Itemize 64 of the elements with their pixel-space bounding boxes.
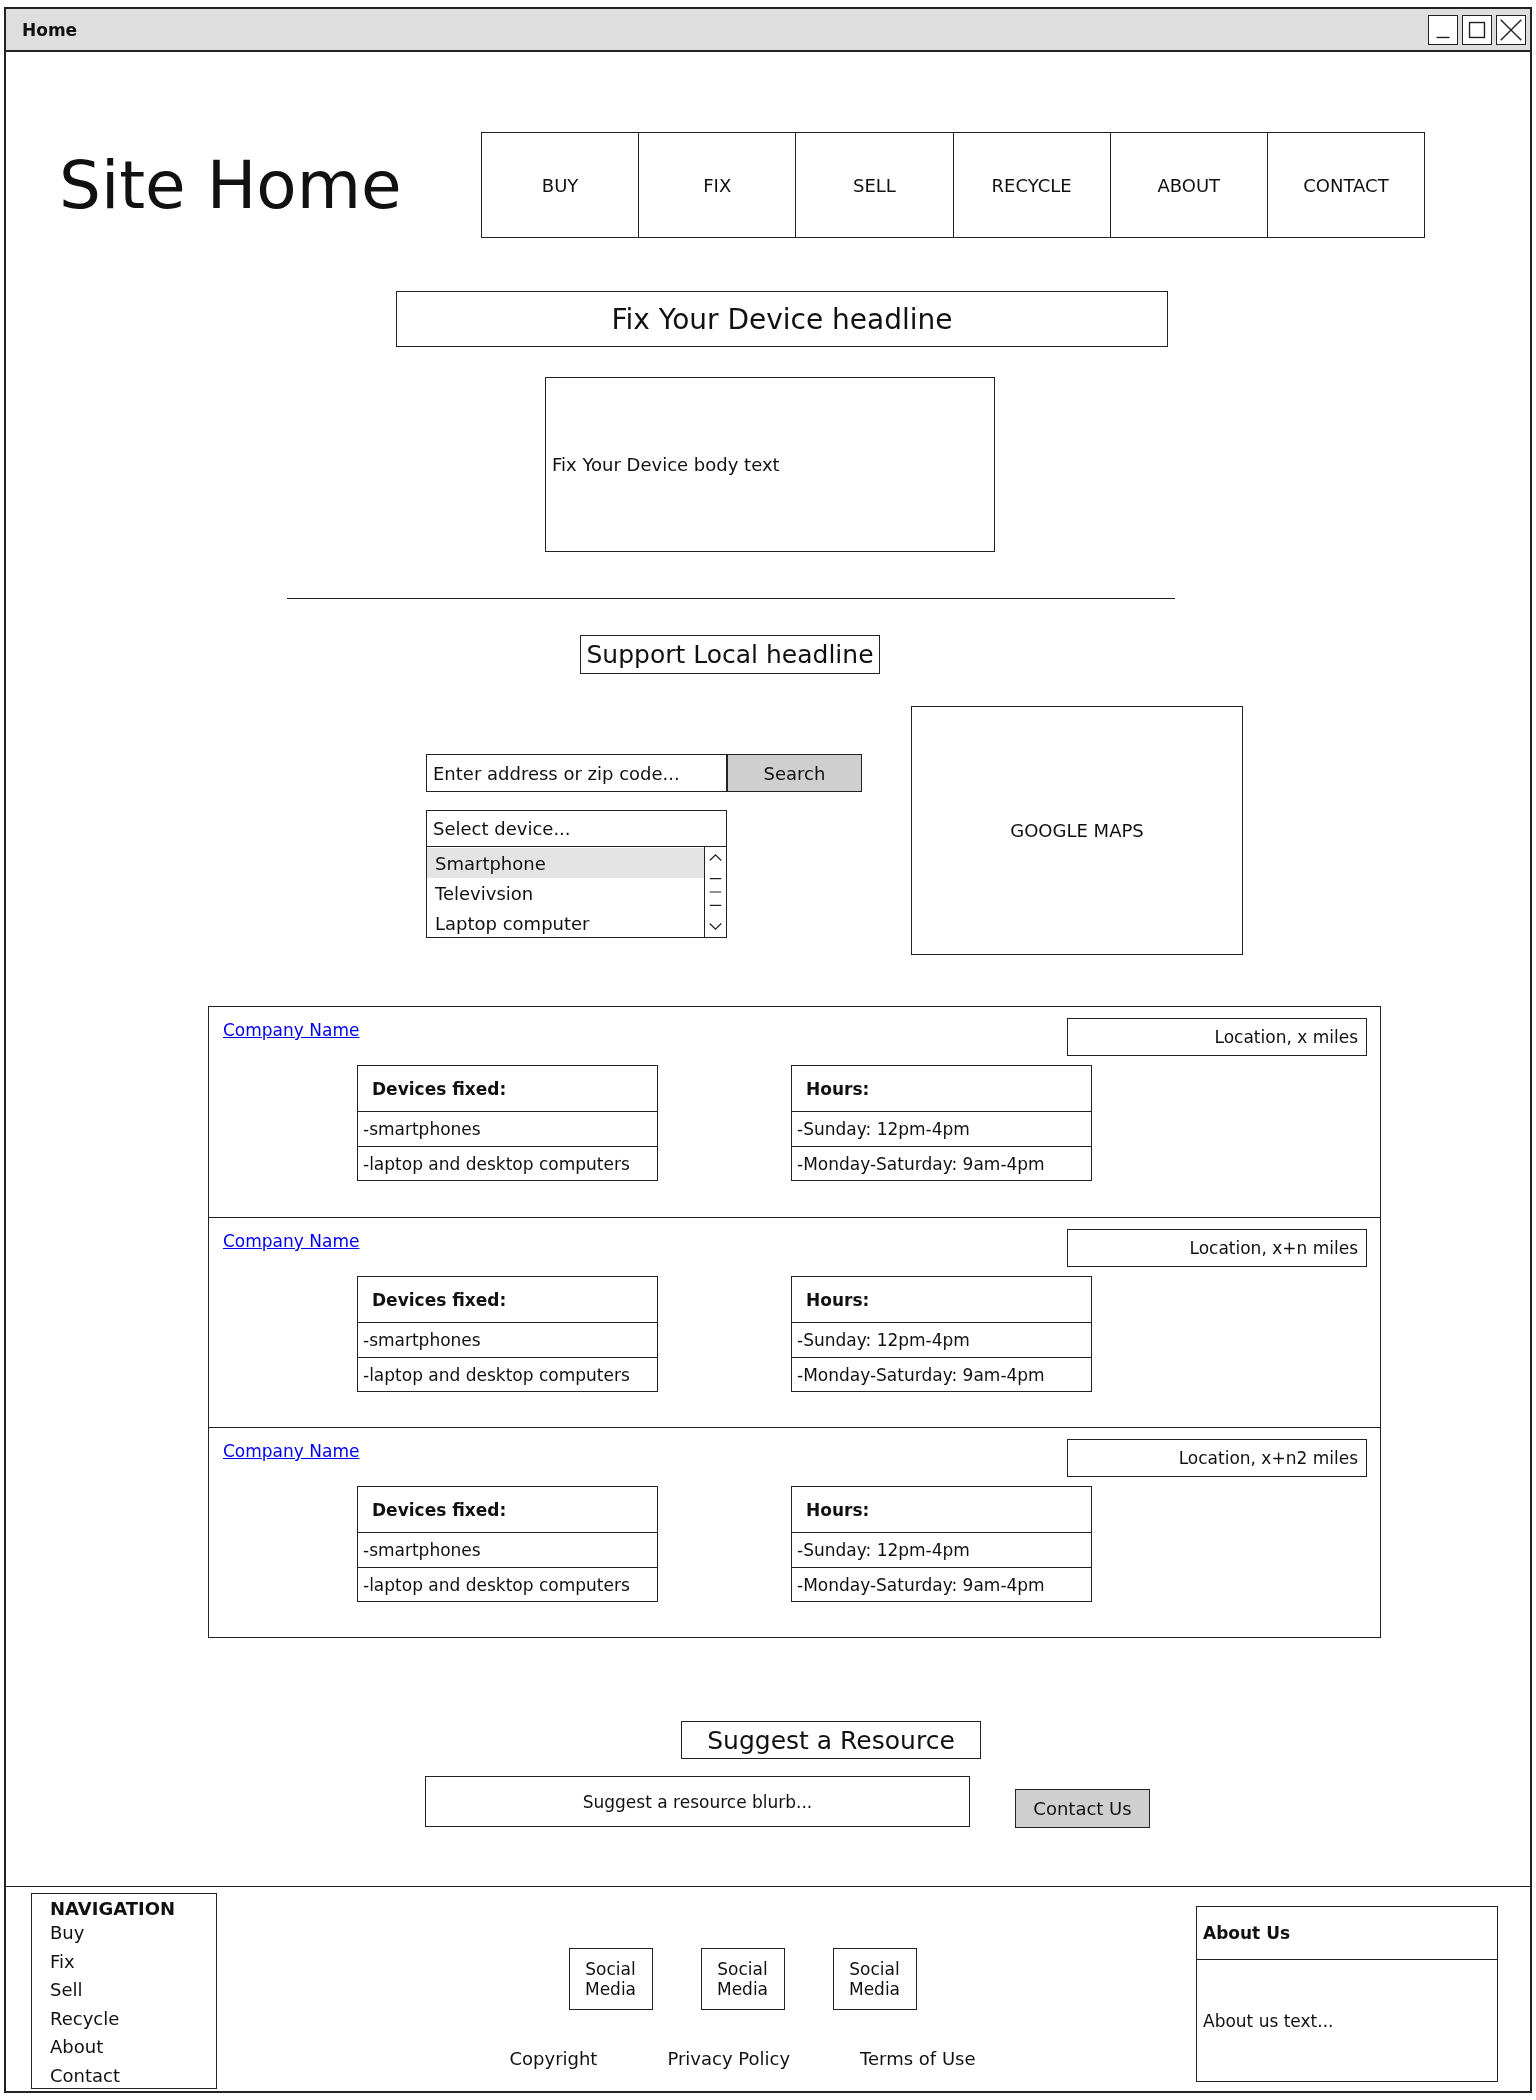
table-cell: -laptop and desktop computers [358, 1357, 657, 1391]
blurb-text: Suggest a resource blurb... [425, 1776, 970, 1827]
nav-link[interactable]: RECYCLE [952, 133, 1110, 237]
minimize-icon[interactable] [1428, 14, 1458, 45]
footer-nav-link[interactable]: Buy [50, 1919, 216, 1948]
table-header: Hours: [792, 1487, 1091, 1533]
footer-nav-link[interactable]: Recycle [50, 2004, 216, 2033]
footer-link[interactable]: Copyright [509, 2048, 598, 2069]
table-cell-text: -Sunday: 12pm-4pm [796, 1118, 971, 1141]
about-text: About us text... [1196, 1960, 1498, 2082]
social-media-link[interactable]: Social Media [700, 1948, 785, 2010]
company-link[interactable]: Company Name [223, 1441, 360, 1461]
social-media-link[interactable]: Social Media [832, 1948, 917, 2010]
map-label: GOOGLE MAPS [1010, 820, 1144, 841]
site-logo: Site Home [59, 146, 403, 224]
list-option[interactable]: Smartphone [427, 848, 704, 878]
nav-link[interactable]: ABOUT [1109, 133, 1267, 237]
footer-nav-link[interactable]: Fix [50, 1947, 216, 1976]
company-link[interactable]: Company Name [223, 1020, 360, 1040]
table-cell: -laptop and desktop computers [358, 1567, 657, 1601]
nav-link[interactable]: BUY [482, 133, 639, 237]
footer-nav-link[interactable]: Sell [50, 1976, 216, 2005]
nav-link[interactable]: SELL [795, 133, 953, 237]
table-cell: -Monday-Saturday: 9am-4pm [792, 1146, 1091, 1180]
window-title: Home [22, 19, 78, 40]
footer-link[interactable]: Terms of Use [860, 2048, 976, 2069]
table-cell: -Monday-Saturday: 9am-4pm [792, 1357, 1091, 1391]
about-title: About Us [1196, 1906, 1498, 1960]
search-field[interactable]: Enter address or zip code... [426, 754, 727, 792]
footer-link[interactable]: Privacy Policy [667, 2048, 791, 2069]
table-header: Devices fixed: [358, 1277, 657, 1323]
device-listbox[interactable]: Select device... Smartphone Televivsion Laptop computer [426, 810, 727, 938]
table-header: Hours: [792, 1277, 1091, 1323]
listbox-placeholder: Select device... [427, 811, 726, 847]
table-header: Devices fixed: [358, 1066, 657, 1112]
list-option[interactable]: Laptop computer [427, 908, 704, 938]
table-cell-text: -smartphones [362, 1118, 482, 1141]
contact-button[interactable]: Contact Us [1015, 1789, 1150, 1828]
nav-link[interactable]: CONTACT [1266, 133, 1425, 237]
social-media-link[interactable]: Social Media [568, 1948, 653, 2010]
table-header: Hours: [792, 1066, 1091, 1112]
list-option[interactable]: Televivsion [427, 878, 704, 908]
table-cell-text: -Sunday: 12pm-4pm [796, 1329, 971, 1352]
location-label: Location, x+n2 miles [1067, 1439, 1367, 1477]
maximize-icon[interactable] [1462, 14, 1492, 45]
table-cell-text: -smartphones [362, 1329, 482, 1352]
section-headline: Support Local headline [580, 635, 880, 674]
search-button[interactable]: Search [727, 754, 862, 792]
nav-link[interactable]: FIX [638, 133, 796, 237]
section-headline: Fix Your Device headline [396, 291, 1168, 347]
table-cell-text: -smartphones [362, 1539, 482, 1562]
table-cell: -laptop and desktop computers [358, 1146, 657, 1180]
section-headline: Suggest a Resource [681, 1721, 981, 1759]
company-link[interactable]: Company Name [223, 1231, 360, 1251]
table-header: Devices fixed: [358, 1487, 657, 1533]
location-label: Location, x+n miles [1067, 1229, 1367, 1267]
close-icon[interactable] [1496, 14, 1526, 45]
footer-nav-title: NAVIGATION [50, 1898, 177, 1919]
table-cell: -Monday-Saturday: 9am-4pm [792, 1567, 1091, 1601]
body-text: Fix Your Device body text [545, 377, 995, 552]
footer-nav-link[interactable]: About [50, 2033, 216, 2062]
footer-nav-link[interactable]: Contact [50, 2061, 216, 2090]
location-label: Location, x miles [1067, 1018, 1367, 1056]
table-cell-text: -Sunday: 12pm-4pm [796, 1539, 971, 1562]
